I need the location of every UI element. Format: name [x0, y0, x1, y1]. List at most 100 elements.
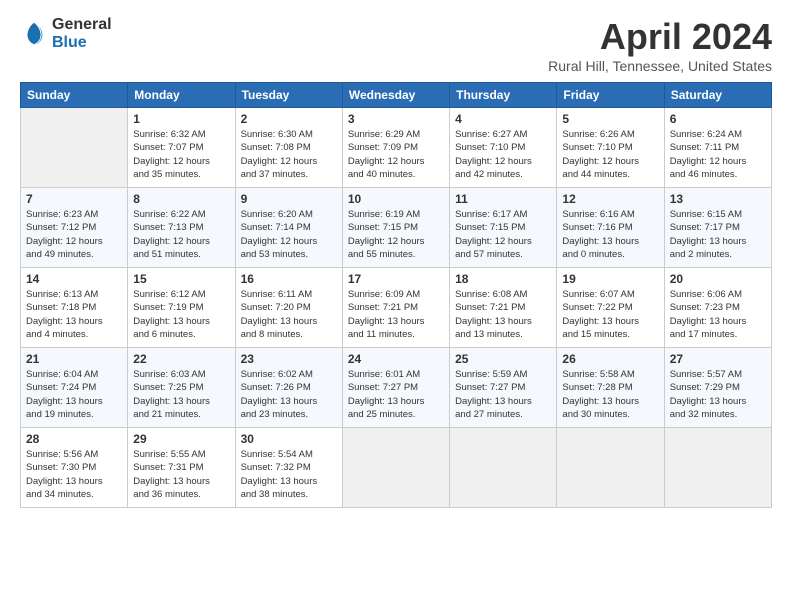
day-info: Sunrise: 6:29 AM Sunset: 7:09 PM Dayligh…: [348, 128, 444, 181]
weekday-header-tuesday: Tuesday: [235, 83, 342, 108]
calendar-cell: 6 Sunrise: 6:24 AM Sunset: 7:11 PM Daylig…: [664, 108, 771, 188]
logo: General Blue: [20, 16, 112, 52]
calendar-cell: 7 Sunrise: 6:23 AM Sunset: 7:12 PM Daylig…: [21, 188, 128, 268]
logo-blue-text: Blue: [52, 34, 87, 51]
calendar-cell: 16 Sunrise: 6:11 AM Sunset: 7:20 PM Dayli…: [235, 268, 342, 348]
day-info: Sunrise: 6:32 AM Sunset: 7:07 PM Dayligh…: [133, 128, 229, 181]
day-info: Sunrise: 5:57 AM Sunset: 7:29 PM Dayligh…: [670, 368, 766, 421]
day-number: 19: [562, 272, 658, 286]
calendar-cell: 3 Sunrise: 6:29 AM Sunset: 7:09 PM Daylig…: [342, 108, 449, 188]
calendar-week-row: 1Sunrise: 6:32 AM Sunset: 7:07 PM Daylig…: [21, 108, 772, 188]
day-number: 27: [670, 352, 766, 366]
calendar-cell: 23 Sunrise: 6:02 AM Sunset: 7:26 PM Dayli…: [235, 348, 342, 428]
day-number: 24: [348, 352, 444, 366]
day-info: Sunrise: 6:02 AM Sunset: 7:26 PM Dayligh…: [241, 368, 337, 421]
calendar-cell: 29 Sunrise: 5:55 AM Sunset: 7:31 PM Dayli…: [128, 428, 235, 508]
day-info: Sunrise: 5:59 AM Sunset: 7:27 PM Dayligh…: [455, 368, 551, 421]
calendar-cell: 9 Sunrise: 6:20 AM Sunset: 7:14 PM Daylig…: [235, 188, 342, 268]
calendar-header-row: SundayMondayTuesdayWednesdayThursdayFrid…: [21, 83, 772, 108]
day-number: 14: [26, 272, 122, 286]
day-info: Sunrise: 6:20 AM Sunset: 7:14 PM Dayligh…: [241, 208, 337, 261]
day-number: 23: [241, 352, 337, 366]
calendar-cell: 24 Sunrise: 6:01 AM Sunset: 7:27 PM Dayli…: [342, 348, 449, 428]
calendar-cell: [342, 428, 449, 508]
day-info: Sunrise: 6:03 AM Sunset: 7:25 PM Dayligh…: [133, 368, 229, 421]
day-number: 26: [562, 352, 658, 366]
day-number: 15: [133, 272, 229, 286]
day-number: 10: [348, 192, 444, 206]
day-number: 11: [455, 192, 551, 206]
day-info: Sunrise: 6:23 AM Sunset: 7:12 PM Dayligh…: [26, 208, 122, 261]
day-number: 8: [133, 192, 229, 206]
calendar-cell: 20 Sunrise: 6:06 AM Sunset: 7:23 PM Dayli…: [664, 268, 771, 348]
calendar-week-row: 14 Sunrise: 6:13 AM Sunset: 7:18 PM Dayli…: [21, 268, 772, 348]
calendar-cell: 2Sunrise: 6:30 AM Sunset: 7:08 PM Daylig…: [235, 108, 342, 188]
logo-general-text: General: [52, 16, 112, 33]
calendar-cell: 30Sunrise: 5:54 AM Sunset: 7:32 PM Dayli…: [235, 428, 342, 508]
day-info: Sunrise: 6:15 AM Sunset: 7:17 PM Dayligh…: [670, 208, 766, 261]
location-subtitle: Rural Hill, Tennessee, United States: [548, 58, 772, 74]
weekday-header-friday: Friday: [557, 83, 664, 108]
day-number: 5: [562, 112, 658, 126]
weekday-header-thursday: Thursday: [450, 83, 557, 108]
calendar-cell: [21, 108, 128, 188]
day-info: Sunrise: 6:11 AM Sunset: 7:20 PM Dayligh…: [241, 288, 337, 341]
day-number: 25: [455, 352, 551, 366]
day-info: Sunrise: 6:27 AM Sunset: 7:10 PM Dayligh…: [455, 128, 551, 181]
calendar-cell: 1Sunrise: 6:32 AM Sunset: 7:07 PM Daylig…: [128, 108, 235, 188]
day-info: Sunrise: 6:06 AM Sunset: 7:23 PM Dayligh…: [670, 288, 766, 341]
calendar-cell: 27 Sunrise: 5:57 AM Sunset: 7:29 PM Dayli…: [664, 348, 771, 428]
calendar-cell: 21 Sunrise: 6:04 AM Sunset: 7:24 PM Dayli…: [21, 348, 128, 428]
calendar-week-row: 21 Sunrise: 6:04 AM Sunset: 7:24 PM Dayli…: [21, 348, 772, 428]
weekday-header-wednesday: Wednesday: [342, 83, 449, 108]
day-info: Sunrise: 6:12 AM Sunset: 7:19 PM Dayligh…: [133, 288, 229, 341]
calendar-cell: 25 Sunrise: 5:59 AM Sunset: 7:27 PM Dayli…: [450, 348, 557, 428]
day-info: Sunrise: 6:16 AM Sunset: 7:16 PM Dayligh…: [562, 208, 658, 261]
calendar-cell: 14 Sunrise: 6:13 AM Sunset: 7:18 PM Dayli…: [21, 268, 128, 348]
day-info: Sunrise: 6:07 AM Sunset: 7:22 PM Dayligh…: [562, 288, 658, 341]
day-info: Sunrise: 6:04 AM Sunset: 7:24 PM Dayligh…: [26, 368, 122, 421]
month-year-title: April 2024: [548, 16, 772, 58]
calendar-cell: 19 Sunrise: 6:07 AM Sunset: 7:22 PM Dayli…: [557, 268, 664, 348]
calendar-cell: 17 Sunrise: 6:09 AM Sunset: 7:21 PM Dayli…: [342, 268, 449, 348]
day-info: Sunrise: 5:55 AM Sunset: 7:31 PM Dayligh…: [133, 448, 229, 501]
day-info: Sunrise: 6:19 AM Sunset: 7:15 PM Dayligh…: [348, 208, 444, 261]
day-number: 18: [455, 272, 551, 286]
title-area: April 2024 Rural Hill, Tennessee, United…: [548, 16, 772, 74]
calendar-cell: 11 Sunrise: 6:17 AM Sunset: 7:15 PM Dayli…: [450, 188, 557, 268]
calendar-cell: [557, 428, 664, 508]
calendar-cell: 28Sunrise: 5:56 AM Sunset: 7:30 PM Dayli…: [21, 428, 128, 508]
day-number: 30: [241, 432, 337, 446]
generalblue-logo-icon: [20, 20, 48, 48]
day-number: 16: [241, 272, 337, 286]
day-info: Sunrise: 6:22 AM Sunset: 7:13 PM Dayligh…: [133, 208, 229, 261]
day-info: Sunrise: 6:17 AM Sunset: 7:15 PM Dayligh…: [455, 208, 551, 261]
day-number: 22: [133, 352, 229, 366]
day-number: 7: [26, 192, 122, 206]
calendar-cell: [450, 428, 557, 508]
calendar-cell: 12Sunrise: 6:16 AM Sunset: 7:16 PM Dayli…: [557, 188, 664, 268]
day-number: 21: [26, 352, 122, 366]
day-number: 29: [133, 432, 229, 446]
calendar-table: SundayMondayTuesdayWednesdayThursdayFrid…: [20, 82, 772, 508]
day-number: 4: [455, 112, 551, 126]
day-info: Sunrise: 6:13 AM Sunset: 7:18 PM Dayligh…: [26, 288, 122, 341]
calendar-cell: 22 Sunrise: 6:03 AM Sunset: 7:25 PM Dayli…: [128, 348, 235, 428]
day-number: 9: [241, 192, 337, 206]
calendar-cell: 4 Sunrise: 6:27 AM Sunset: 7:10 PM Daylig…: [450, 108, 557, 188]
calendar-cell: 10 Sunrise: 6:19 AM Sunset: 7:15 PM Dayli…: [342, 188, 449, 268]
day-number: 17: [348, 272, 444, 286]
day-number: 6: [670, 112, 766, 126]
day-number: 13: [670, 192, 766, 206]
calendar-cell: 5Sunrise: 6:26 AM Sunset: 7:10 PM Daylig…: [557, 108, 664, 188]
calendar-cell: [664, 428, 771, 508]
day-info: Sunrise: 6:01 AM Sunset: 7:27 PM Dayligh…: [348, 368, 444, 421]
day-info: Sunrise: 5:58 AM Sunset: 7:28 PM Dayligh…: [562, 368, 658, 421]
day-info: Sunrise: 6:09 AM Sunset: 7:21 PM Dayligh…: [348, 288, 444, 341]
calendar-week-row: 28Sunrise: 5:56 AM Sunset: 7:30 PM Dayli…: [21, 428, 772, 508]
day-info: Sunrise: 5:56 AM Sunset: 7:30 PM Dayligh…: [26, 448, 122, 501]
day-number: 20: [670, 272, 766, 286]
day-number: 2: [241, 112, 337, 126]
day-info: Sunrise: 6:24 AM Sunset: 7:11 PM Dayligh…: [670, 128, 766, 181]
day-number: 3: [348, 112, 444, 126]
